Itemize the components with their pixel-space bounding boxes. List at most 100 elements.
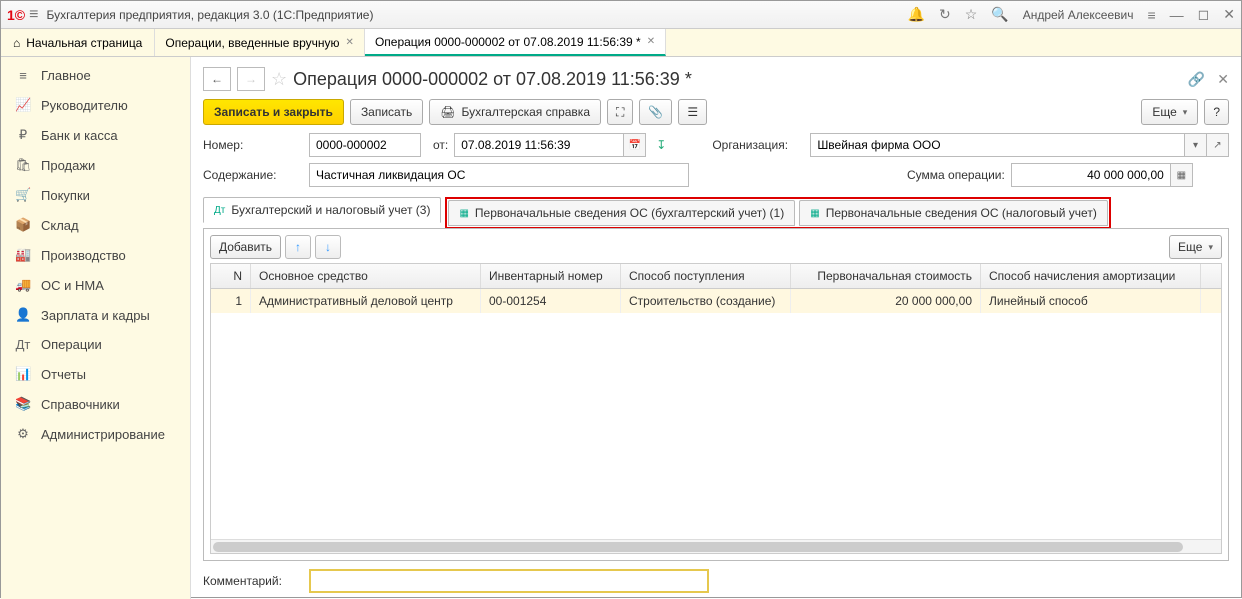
window-title: Бухгалтерия предприятия, редакция 3.0 (1… xyxy=(46,8,907,22)
sidebar-item-label: Зарплата и кадры xyxy=(41,308,150,323)
comment-input[interactable] xyxy=(309,569,709,593)
sidebar-icon: ≡ xyxy=(15,68,31,83)
horizontal-scrollbar[interactable] xyxy=(211,539,1221,553)
col-cost[interactable]: Первоначальная стоимость xyxy=(791,264,981,288)
sidebar-item-11[interactable]: 📚Справочники xyxy=(1,389,190,419)
tab-label: Операции, введенные вручную xyxy=(165,36,339,50)
hamburger-icon[interactable]: ≡ xyxy=(29,6,38,24)
dropdown-icon[interactable]: ▾ xyxy=(1185,133,1207,157)
close-icon[interactable]: ✕ xyxy=(1223,6,1235,23)
number-input[interactable] xyxy=(309,133,421,157)
sidebar-icon: 🛍 xyxy=(15,157,31,173)
move-up-button[interactable]: ↑ xyxy=(285,235,311,259)
attach-button[interactable]: 📎 xyxy=(639,99,672,125)
sidebar-item-4[interactable]: 🛒Покупки xyxy=(1,180,190,210)
tab-home[interactable]: ⌂ Начальная страница xyxy=(1,29,155,56)
doc-tab-os-bu[interactable]: ▦ Первоначальные сведения ОС (бухгалтерс… xyxy=(448,200,795,226)
cell-amort: Линейный способ xyxy=(981,289,1201,313)
sidebar-item-0[interactable]: ≡ Главное xyxy=(1,61,190,90)
sidebar-item-5[interactable]: 📦 Склад xyxy=(1,210,190,240)
sidebar-item-label: Покупки xyxy=(41,188,90,203)
calendar-icon[interactable]: 📅 xyxy=(624,133,646,157)
close-icon[interactable]: ✕ xyxy=(647,36,655,47)
sidebar-icon: 📊 xyxy=(15,366,31,382)
bell-icon[interactable]: 🔔 xyxy=(908,6,925,23)
doc-tab-label: Первоначальные сведения ОС (налоговый уч… xyxy=(826,206,1097,220)
more-button[interactable]: Еще▾ xyxy=(1141,99,1198,125)
cell-n: 1 xyxy=(211,289,251,313)
refresh-icon[interactable]: ↧ xyxy=(656,138,666,152)
doc-tab-accounting[interactable]: Дт Бухгалтерский и налоговый учет (3) xyxy=(203,197,441,223)
sidebar-item-7[interactable]: 🚚ОС и НМА xyxy=(1,270,190,300)
doc-tab-label: Бухгалтерский и налоговый учет (3) xyxy=(231,203,430,217)
sidebar: ≡ Главное 📈Руководителю₽Банк и касса🛍Прода… xyxy=(1,57,191,599)
sidebar-icon: 📦 xyxy=(15,217,31,233)
list-button[interactable]: ☰ xyxy=(678,99,707,125)
sidebar-item-6[interactable]: 🏭Производство xyxy=(1,240,190,270)
star-icon[interactable]: ☆ xyxy=(965,6,978,23)
sidebar-item-label: Главное xyxy=(41,68,91,83)
close-page-icon[interactable]: ✕ xyxy=(1217,71,1229,88)
table-row[interactable]: 1 Административный деловой центр 00-0012… xyxy=(211,289,1221,313)
search-icon[interactable]: 🔍 xyxy=(991,6,1008,23)
tree-button[interactable]: ⛶ xyxy=(607,99,633,125)
link-icon[interactable]: 🔗 xyxy=(1188,71,1205,88)
tab-current-doc[interactable]: Операция 0000-000002 от 07.08.2019 11:56… xyxy=(365,29,666,56)
col-asset[interactable]: Основное средство xyxy=(251,264,481,288)
sidebar-item-3[interactable]: 🛍Продажи xyxy=(1,150,190,180)
number-label: Номер: xyxy=(203,138,303,152)
col-n[interactable]: N xyxy=(211,264,251,288)
highlighted-tabs: ▦ Первоначальные сведения ОС (бухгалтерс… xyxy=(445,197,1110,229)
sidebar-item-1[interactable]: 📈Руководителю xyxy=(1,90,190,120)
content-label: Содержание: xyxy=(203,168,303,182)
move-down-button[interactable]: ↓ xyxy=(315,235,341,259)
sidebar-item-12[interactable]: ⚙Администрирование xyxy=(1,419,190,449)
sidebar-icon: ₽ xyxy=(15,127,31,143)
sidebar-item-label: Отчеты xyxy=(41,367,86,382)
sum-input[interactable] xyxy=(1011,163,1171,187)
from-label: от: xyxy=(433,138,448,152)
accounting-ref-button[interactable]: 🖨Бухгалтерская справка xyxy=(429,99,601,125)
col-inv[interactable]: Инвентарный номер xyxy=(481,264,621,288)
nav-forward-button[interactable]: → xyxy=(237,67,265,91)
sidebar-item-9[interactable]: ДтОперации xyxy=(1,330,190,359)
user-menu-icon[interactable]: ≡ xyxy=(1147,7,1155,23)
data-grid: N Основное средство Инвентарный номер Сп… xyxy=(210,263,1222,554)
home-icon: ⌂ xyxy=(13,36,20,50)
doc-tab-os-nu[interactable]: ▦ Первоначальные сведения ОС (налоговый … xyxy=(799,200,1108,226)
help-button[interactable]: ? xyxy=(1204,99,1229,125)
save-button[interactable]: Записать xyxy=(350,99,423,125)
user-name[interactable]: Андрей Алексеевич xyxy=(1023,8,1134,22)
maximize-icon[interactable]: ◻ xyxy=(1198,6,1210,23)
col-method[interactable]: Способ поступления xyxy=(621,264,791,288)
favorite-icon[interactable]: ☆ xyxy=(271,69,287,90)
content-input[interactable] xyxy=(309,163,689,187)
close-icon[interactable]: ✕ xyxy=(346,37,354,48)
date-input[interactable] xyxy=(454,133,624,157)
sidebar-item-2[interactable]: ₽Банк и касса xyxy=(1,120,190,150)
sidebar-item-label: Склад xyxy=(41,218,79,233)
history-icon[interactable]: ↻ xyxy=(939,6,951,23)
tab-operations[interactable]: Операции, введенные вручную ✕ xyxy=(155,29,365,56)
minimize-icon[interactable]: — xyxy=(1170,7,1184,23)
sidebar-icon: 👤 xyxy=(15,307,31,323)
cell-inv: 00-001254 xyxy=(481,289,621,313)
sidebar-item-label: Производство xyxy=(41,248,126,263)
sidebar-icon: 📚 xyxy=(15,396,31,412)
open-icon[interactable]: ↗ xyxy=(1207,133,1229,157)
cell-cost: 20 000 000,00 xyxy=(791,289,981,313)
sidebar-icon: Дт xyxy=(15,337,31,352)
org-input[interactable] xyxy=(810,133,1185,157)
sidebar-item-8[interactable]: 👤 Зарплата и кадры xyxy=(1,300,190,330)
sidebar-item-label: Руководителю xyxy=(41,98,128,113)
print-icon: 🖨 xyxy=(440,105,455,119)
nav-back-button[interactable]: ← xyxy=(203,67,231,91)
save-close-button[interactable]: Записать и закрыть xyxy=(203,99,344,125)
table-icon: ▦ xyxy=(459,208,468,219)
calc-icon[interactable]: ▦ xyxy=(1171,163,1193,187)
sidebar-item-10[interactable]: 📊 Отчеты xyxy=(1,359,190,389)
page-title: Операция 0000-000002 от 07.08.2019 11:56… xyxy=(293,69,1182,90)
col-amort[interactable]: Способ начисления амортизации xyxy=(981,264,1201,288)
grid-more-button[interactable]: Еще▾ xyxy=(1169,235,1222,259)
add-row-button[interactable]: Добавить xyxy=(210,235,281,259)
